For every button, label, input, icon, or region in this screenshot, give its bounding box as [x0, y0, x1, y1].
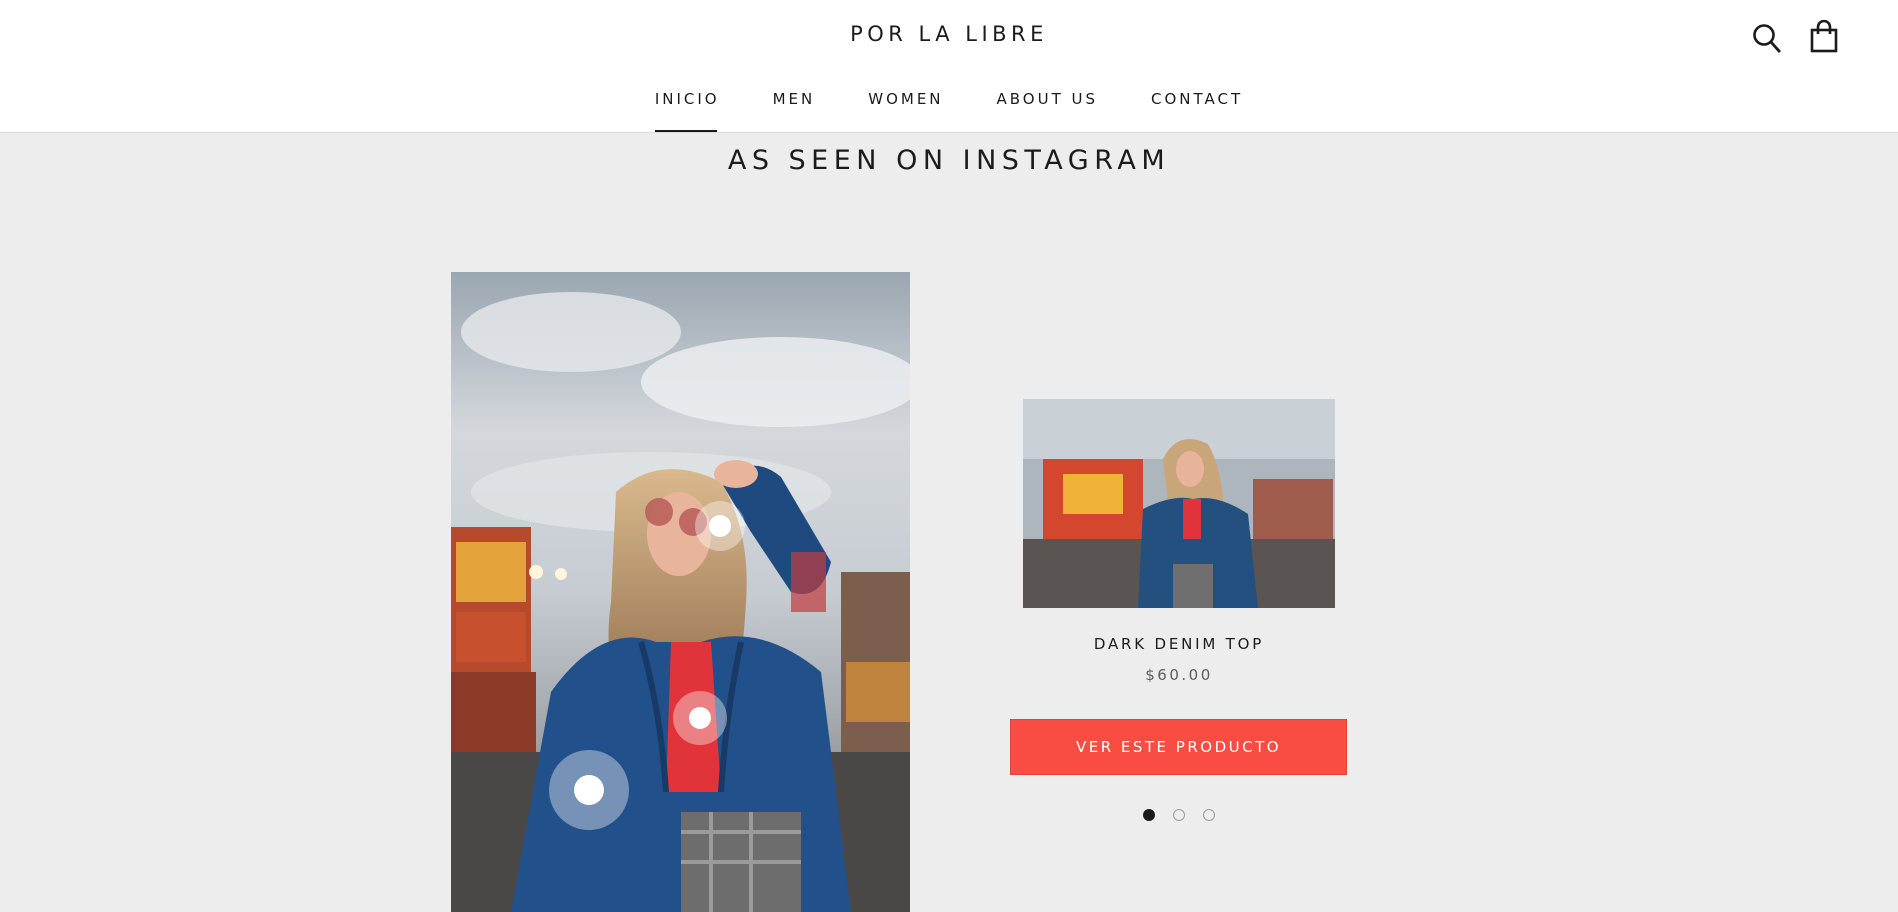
- nav-item-about-us[interactable]: ABOUT US: [997, 86, 1099, 132]
- cart-icon[interactable]: [1810, 19, 1838, 58]
- product-price: $60.00: [1145, 666, 1213, 684]
- hotspot-jacket[interactable]: [549, 750, 629, 830]
- main-nav: INICIO MEN WOMEN ABOUT US CONTACT: [0, 86, 1898, 132]
- hotspot-top[interactable]: [673, 691, 727, 745]
- product-thumbnail[interactable]: [1023, 399, 1335, 608]
- nav-item-contact[interactable]: CONTACT: [1151, 86, 1243, 132]
- nav-item-men[interactable]: MEN: [773, 86, 816, 132]
- section-title: AS SEEN ON INSTAGRAM: [727, 145, 1171, 176]
- slider-dot-2[interactable]: [1173, 809, 1185, 821]
- search-icon[interactable]: [1752, 22, 1782, 58]
- nav-item-inicio[interactable]: INICIO: [654, 86, 720, 132]
- nav-item-women[interactable]: WOMEN: [868, 86, 943, 132]
- slider-dot-3[interactable]: [1203, 809, 1215, 821]
- product-name[interactable]: DARK DENIM TOP: [1023, 635, 1335, 653]
- view-product-button[interactable]: VER ESTE PRODUCTO: [1010, 719, 1347, 775]
- site-header: POR LA LIBRE INICIO MEN WOMEN ABOUT US C…: [0, 0, 1898, 133]
- instagram-image: [451, 272, 910, 912]
- site-logo[interactable]: POR LA LIBRE: [0, 22, 1898, 46]
- slider-dot-1[interactable]: [1143, 809, 1155, 821]
- slider-dots: [1143, 809, 1215, 821]
- hotspot-sunglasses[interactable]: [695, 501, 745, 551]
